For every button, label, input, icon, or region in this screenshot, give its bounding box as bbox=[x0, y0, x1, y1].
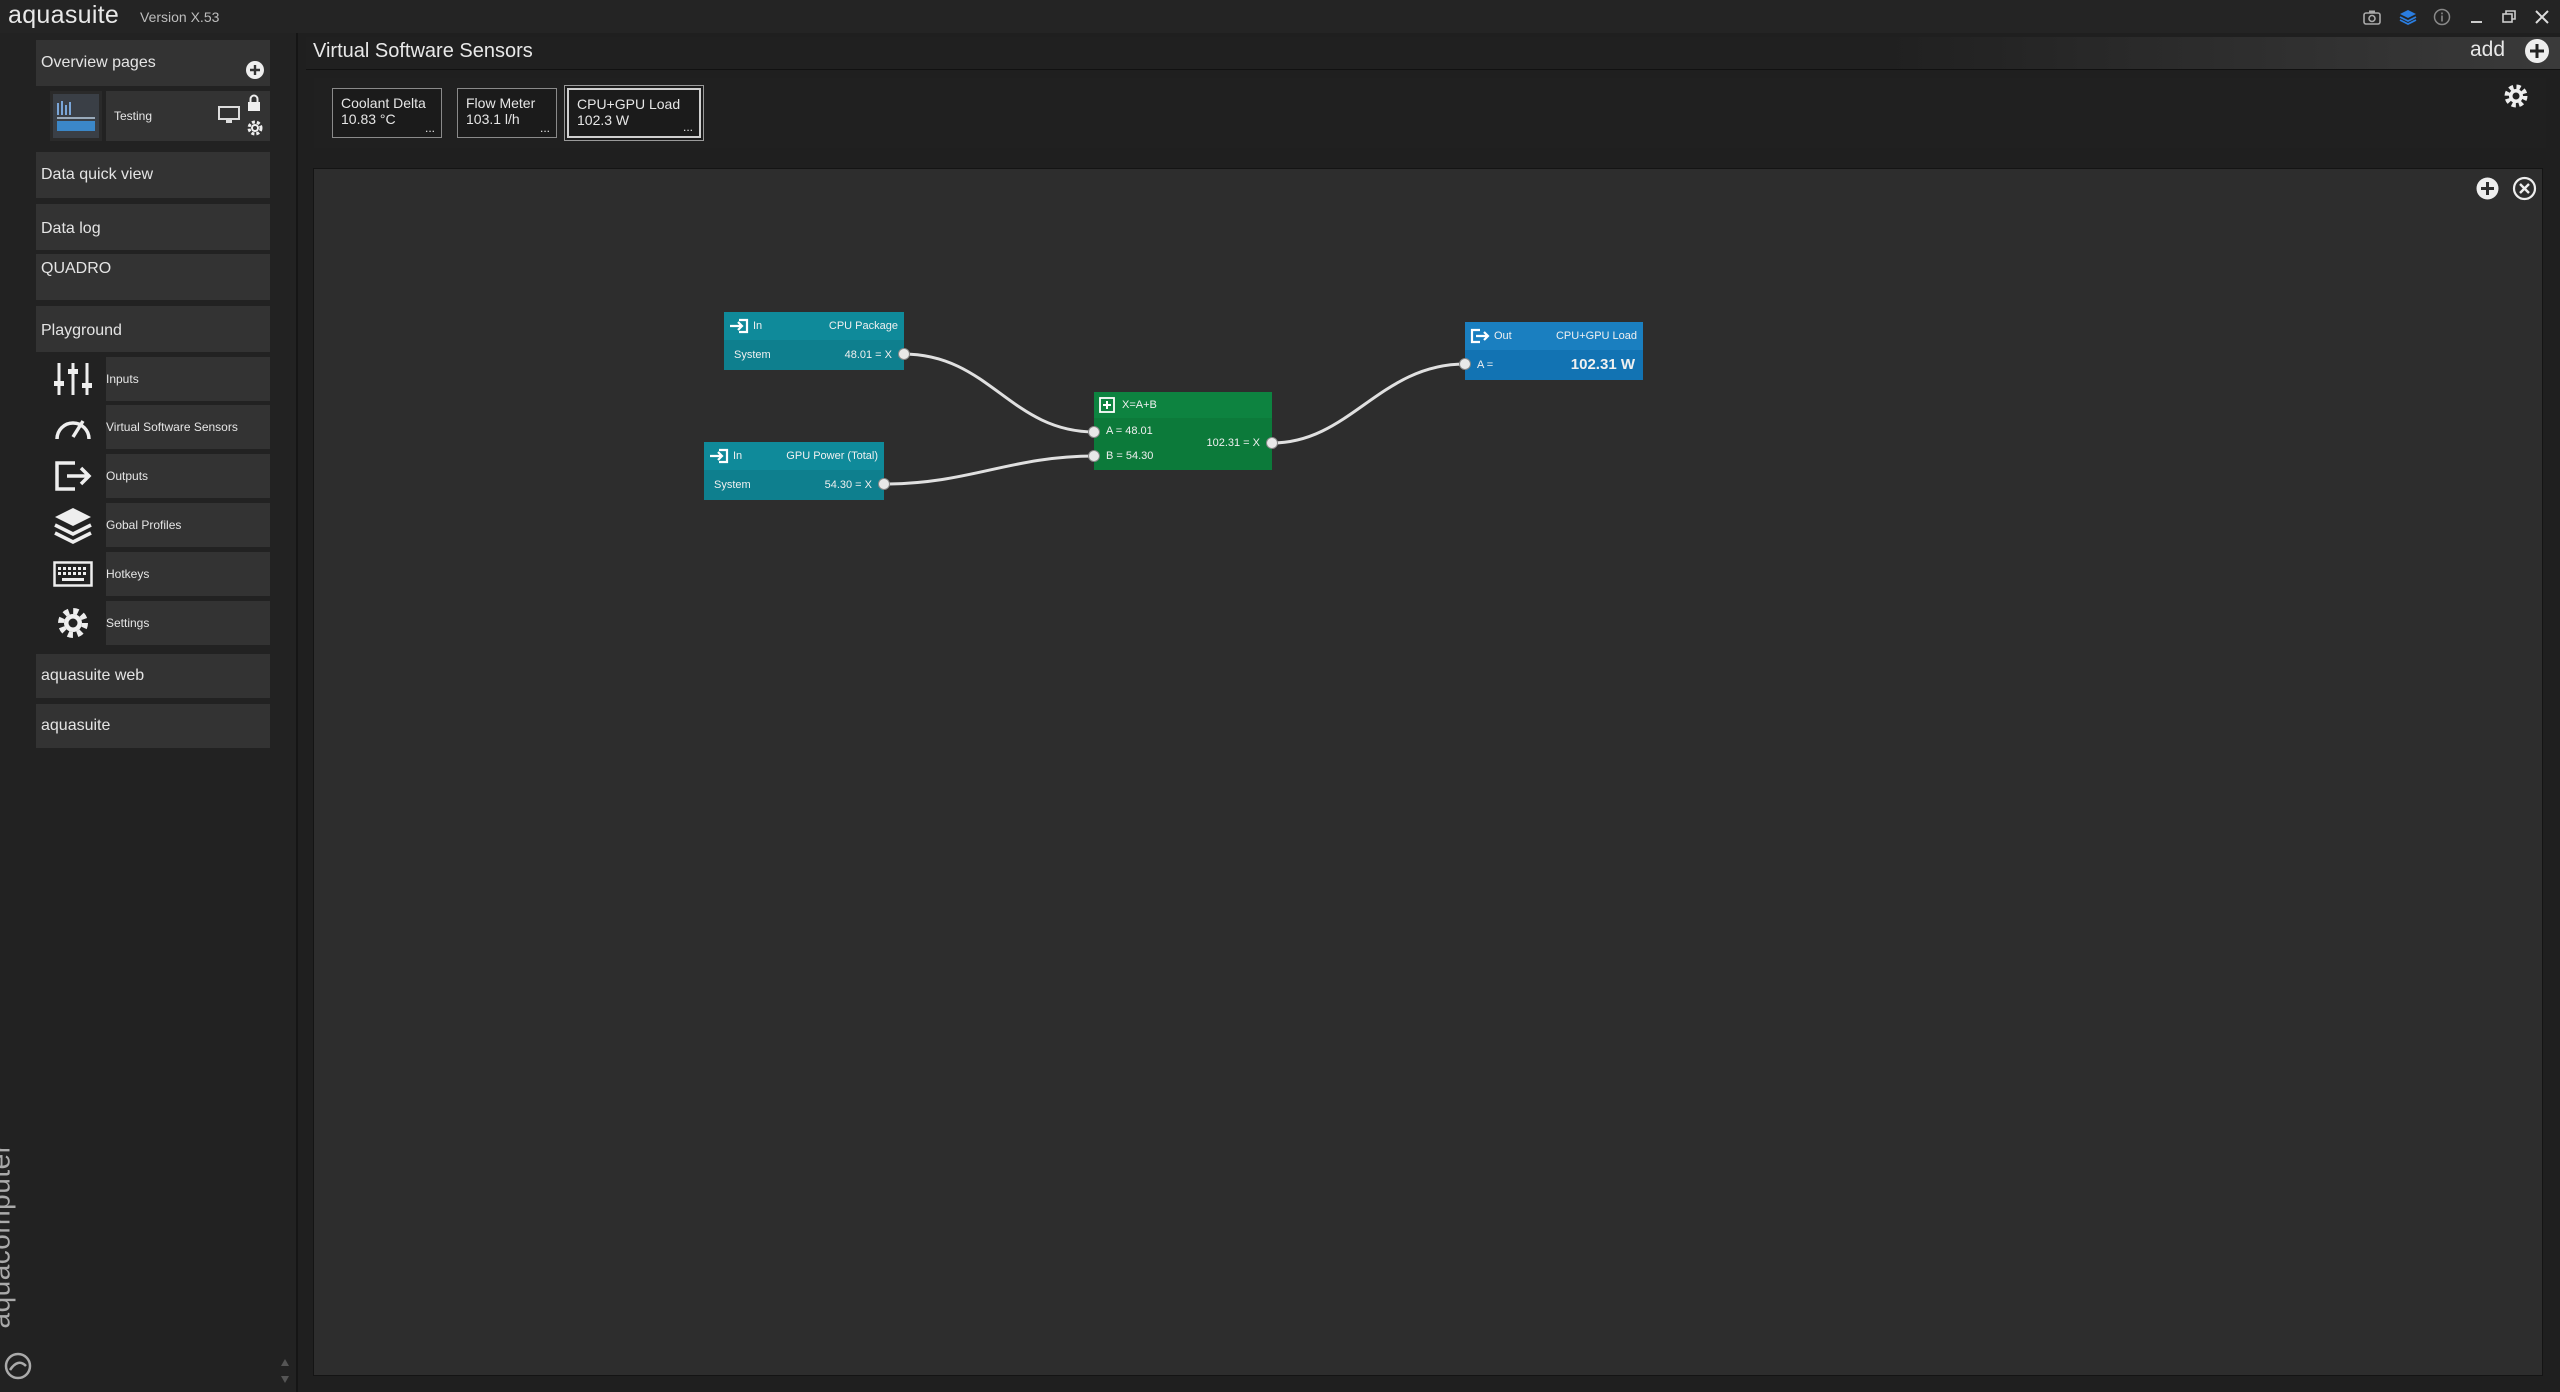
connection-x-to-out bbox=[1271, 362, 1466, 445]
node-input-label: A = bbox=[1477, 359, 1494, 371]
add-operation-icon bbox=[1099, 397, 1115, 413]
node-title: CPU+GPU Load bbox=[1555, 330, 1637, 342]
output-port[interactable] bbox=[898, 348, 910, 360]
input-port-a[interactable] bbox=[1088, 426, 1100, 438]
node-type: Out bbox=[1494, 330, 1512, 342]
operand-b: B = 54.30 bbox=[1106, 450, 1154, 462]
node-type: In bbox=[733, 450, 743, 462]
node-title: GPU Power (Total) bbox=[786, 450, 878, 462]
node-title: X=A+B bbox=[1122, 399, 1157, 411]
node-value: 48.01 = X bbox=[844, 349, 892, 361]
node-output-value: 102.31 W bbox=[1570, 356, 1635, 373]
output-node-icon bbox=[1470, 328, 1490, 344]
node-title: CPU Package bbox=[828, 320, 898, 332]
node-value: 54.30 = X bbox=[824, 479, 872, 491]
input-port-a[interactable] bbox=[1459, 358, 1471, 370]
input-port-b[interactable] bbox=[1088, 450, 1100, 462]
input-node-cpu-package[interactable]: In CPU Package System 48.01 = X bbox=[724, 312, 910, 370]
operation-node-add[interactable]: X=A+B A = 48.01 B = 54.30 102.31 = X bbox=[1088, 392, 1278, 470]
connection-gpu-to-b bbox=[883, 454, 1096, 486]
connection-cpu-to-a bbox=[902, 352, 1096, 434]
input-node-icon bbox=[710, 448, 729, 464]
node-connections bbox=[883, 352, 1466, 486]
operation-result: 102.31 = X bbox=[1206, 437, 1260, 449]
node-source: System bbox=[734, 349, 771, 361]
operand-a: A = 48.01 bbox=[1106, 425, 1153, 437]
output-port[interactable] bbox=[878, 478, 890, 490]
node-source: System bbox=[714, 479, 751, 491]
output-port[interactable] bbox=[1266, 437, 1278, 449]
output-node-cpu-gpu-load[interactable]: Out CPU+GPU Load A = 102.31 W bbox=[1459, 322, 1643, 380]
node-type: In bbox=[753, 320, 763, 332]
input-node-icon bbox=[730, 318, 749, 334]
input-node-gpu-power[interactable]: In GPU Power (Total) System 54.30 = X bbox=[704, 442, 890, 500]
